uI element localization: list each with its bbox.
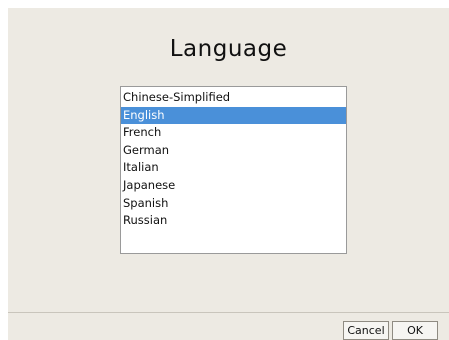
cancel-button[interactable]: Cancel <box>343 321 389 340</box>
language-item-english[interactable]: English <box>121 106 346 125</box>
language-item-japanese[interactable]: Japanese <box>121 177 346 195</box>
language-item-french[interactable]: French <box>121 124 346 142</box>
language-dialog: Language Chinese-Simplified English Fren… <box>8 8 449 340</box>
language-list[interactable]: Chinese-Simplified English French German… <box>120 86 347 254</box>
language-item-german[interactable]: German <box>121 142 346 160</box>
language-item-spanish[interactable]: Spanish <box>121 195 346 213</box>
language-item-italian[interactable]: Italian <box>121 159 346 177</box>
language-item-chinese-simplified[interactable]: Chinese-Simplified <box>121 89 346 107</box>
button-bar-divider <box>8 312 449 313</box>
dialog-title: Language <box>169 36 288 62</box>
language-item-russian[interactable]: Russian <box>121 212 346 230</box>
ok-button[interactable]: OK <box>392 321 438 340</box>
